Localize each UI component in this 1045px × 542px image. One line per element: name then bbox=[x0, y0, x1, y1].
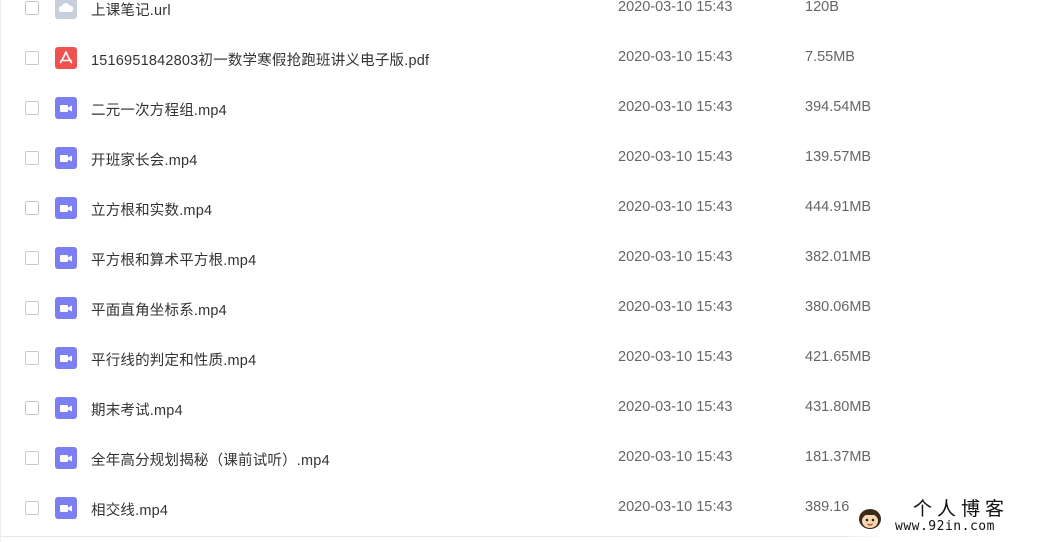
file-date: 2020-03-10 15:43 bbox=[618, 149, 733, 165]
file-size: 444.91MB bbox=[805, 199, 872, 215]
watermark-url: www.92in.com bbox=[895, 519, 995, 534]
file-date: 2020-03-10 15:43 bbox=[618, 449, 733, 465]
file-name[interactable]: 平面直角坐标系.mp4 bbox=[91, 299, 227, 320]
row-checkbox[interactable] bbox=[25, 51, 39, 65]
file-name[interactable]: 上课笔记.url bbox=[91, 0, 171, 20]
file-name[interactable]: 期末考试.mp4 bbox=[91, 399, 183, 420]
file-size: 181.37MB bbox=[805, 449, 872, 465]
file-row[interactable]: 二元一次方程组.mp4 2020-03-10 15:43 394.54MB bbox=[1, 84, 1045, 134]
file-date: 2020-03-10 15:43 bbox=[618, 299, 733, 315]
row-checkbox[interactable] bbox=[25, 451, 39, 465]
file-size: 382.01MB bbox=[805, 249, 872, 265]
file-row[interactable]: 全年高分规划揭秘（课前试听）.mp4 2020-03-10 15:43 181.… bbox=[1, 434, 1045, 484]
file-name[interactable]: 全年高分规划揭秘（课前试听）.mp4 bbox=[91, 449, 330, 470]
file-list: 上课笔记.url 2020-03-10 15:43 120B 151695184… bbox=[0, 0, 1045, 542]
video-icon bbox=[55, 397, 77, 419]
video-icon bbox=[55, 497, 77, 519]
file-name[interactable]: 开班家长会.mp4 bbox=[91, 149, 198, 170]
row-checkbox[interactable] bbox=[25, 1, 39, 15]
video-icon bbox=[55, 247, 77, 269]
pdf-icon bbox=[55, 47, 77, 69]
file-name[interactable]: 二元一次方程组.mp4 bbox=[91, 99, 227, 120]
file-date: 2020-03-10 15:43 bbox=[618, 49, 733, 65]
video-icon bbox=[55, 97, 77, 119]
file-name[interactable]: 平行线的判定和性质.mp4 bbox=[91, 349, 256, 370]
file-size: 7.55MB bbox=[805, 49, 855, 65]
file-date: 2020-03-10 15:43 bbox=[618, 199, 733, 215]
file-date: 2020-03-10 15:43 bbox=[618, 99, 733, 115]
file-row[interactable]: 期末考试.mp4 2020-03-10 15:43 431.80MB bbox=[1, 384, 1045, 434]
file-size: 380.06MB bbox=[805, 299, 872, 315]
row-checkbox[interactable] bbox=[25, 151, 39, 165]
file-size: 431.80MB bbox=[805, 399, 872, 415]
file-row[interactable]: 开班家长会.mp4 2020-03-10 15:43 139.57MB bbox=[1, 134, 1045, 184]
file-row[interactable]: 1516951842803初一数学寒假抢跑班讲义电子版.pdf 2020-03-… bbox=[1, 34, 1045, 84]
file-size: 389.16 bbox=[805, 499, 850, 515]
video-icon bbox=[55, 297, 77, 319]
file-date: 2020-03-10 15:43 bbox=[618, 249, 733, 265]
row-checkbox[interactable] bbox=[25, 401, 39, 415]
file-row[interactable]: 立方根和实数.mp4 2020-03-10 15:43 444.91MB bbox=[1, 184, 1045, 234]
file-row[interactable]: 平方根和算术平方根.mp4 2020-03-10 15:43 382.01MB bbox=[1, 234, 1045, 284]
video-icon bbox=[55, 197, 77, 219]
cloud-link-icon bbox=[55, 0, 77, 19]
video-icon bbox=[55, 447, 77, 469]
video-icon bbox=[55, 147, 77, 169]
file-size: 394.54MB bbox=[805, 99, 872, 115]
file-date: 2020-03-10 15:43 bbox=[618, 0, 733, 15]
file-name[interactable]: 1516951842803初一数学寒假抢跑班讲义电子版.pdf bbox=[91, 49, 429, 70]
video-icon bbox=[55, 347, 77, 369]
file-date: 2020-03-10 15:43 bbox=[618, 399, 733, 415]
watermark-title: 个人博客 bbox=[913, 498, 1010, 520]
blog-watermark: 个人博客 www.92in.com bbox=[849, 490, 1045, 542]
file-name[interactable]: 平方根和算术平方根.mp4 bbox=[91, 249, 256, 270]
file-name[interactable]: 立方根和实数.mp4 bbox=[91, 199, 212, 220]
file-size: 139.57MB bbox=[805, 149, 872, 165]
row-checkbox[interactable] bbox=[25, 101, 39, 115]
row-checkbox[interactable] bbox=[25, 251, 39, 265]
file-size: 120B bbox=[805, 0, 839, 15]
file-name[interactable]: 相交线.mp4 bbox=[91, 499, 168, 520]
row-checkbox[interactable] bbox=[25, 351, 39, 365]
row-checkbox[interactable] bbox=[25, 201, 39, 215]
row-checkbox[interactable] bbox=[25, 501, 39, 515]
file-row[interactable]: 上课笔记.url 2020-03-10 15:43 120B bbox=[1, 0, 1045, 34]
file-date: 2020-03-10 15:43 bbox=[618, 349, 733, 365]
file-row[interactable]: 平面直角坐标系.mp4 2020-03-10 15:43 380.06MB bbox=[1, 284, 1045, 334]
cartoon-avatar-icon bbox=[855, 503, 885, 533]
file-row[interactable]: 平行线的判定和性质.mp4 2020-03-10 15:43 421.65MB bbox=[1, 334, 1045, 384]
row-checkbox[interactable] bbox=[25, 301, 39, 315]
file-size: 421.65MB bbox=[805, 349, 872, 365]
file-date: 2020-03-10 15:43 bbox=[618, 499, 733, 515]
